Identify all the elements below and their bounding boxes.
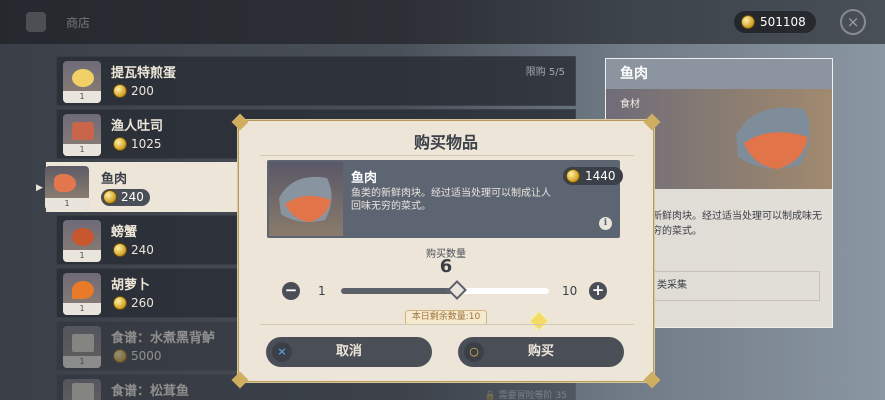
quantity-slider[interactable] xyxy=(341,280,549,300)
lock-requirement: 🔒 需要冒险等阶 35 xyxy=(484,391,567,400)
item-thumbnail: 1 xyxy=(63,273,101,315)
item-price: 260 xyxy=(111,295,160,312)
cancel-x-icon: × xyxy=(272,342,292,362)
item-name: 鱼肉 xyxy=(101,172,128,187)
item-name: 提瓦特煎蛋 xyxy=(111,66,177,81)
item-count: 1 xyxy=(63,250,101,262)
item-thumbnail: 1 xyxy=(63,326,101,368)
item-price: 240 xyxy=(111,242,160,259)
mora-coin-icon xyxy=(113,349,127,363)
item-price-value: 240 xyxy=(121,190,144,204)
dialog-title: 购买物品 xyxy=(413,133,478,152)
detail-category: 食材 xyxy=(620,99,640,110)
detail-description: 新鲜肉块。经过适当处理可以制成味无穷的菜式。 xyxy=(652,211,822,237)
confirm-circle-icon: ○ xyxy=(464,342,484,362)
item-price-value: 1025 xyxy=(131,137,162,151)
item-price: 240 xyxy=(101,189,150,206)
purchase-total-value: 1440 xyxy=(585,169,616,183)
fish-meat-image xyxy=(736,107,811,169)
fried-egg-icon xyxy=(72,69,94,87)
item-price: 1025 xyxy=(111,136,168,153)
purchase-button-label: 购买 xyxy=(527,344,554,359)
item-thumbnail: 1 xyxy=(63,220,101,262)
divider xyxy=(260,324,634,325)
mora-coin-icon xyxy=(113,296,127,310)
purchase-item-name: 鱼肉 xyxy=(351,171,378,186)
fish-meat-icon xyxy=(279,176,332,222)
remaining-today: 本日剩余数量:10 xyxy=(238,304,654,325)
quantity-max: 10 xyxy=(562,284,578,298)
item-price-value: 240 xyxy=(131,243,154,257)
crab-icon xyxy=(72,228,94,246)
item-count: 1 xyxy=(63,91,101,103)
currency-amount: 501108 xyxy=(760,15,806,29)
decrease-quantity-button[interactable]: − xyxy=(282,282,300,300)
item-thumbnail xyxy=(269,162,343,236)
item-price-value: 5000 xyxy=(131,349,162,363)
purchase-limit: 限购 5/5 xyxy=(525,67,565,78)
mora-coin-icon xyxy=(113,137,127,151)
item-price-value: 260 xyxy=(131,296,154,310)
item-name: 胡萝卜 xyxy=(111,278,151,293)
lock-requirement-text: 需要冒险等阶 35 xyxy=(498,391,567,400)
item-count: 1 xyxy=(63,356,101,368)
toast-icon xyxy=(72,122,94,140)
top-bar: 商店 501108 × xyxy=(0,0,885,44)
mora-coin-icon xyxy=(566,169,580,183)
item-thumbnail xyxy=(63,379,101,400)
purchase-item-card: 鱼肉 鱼类的新鲜肉块。经过适当处理可以制成让人回味无穷的菜式。 1440 i xyxy=(267,160,623,238)
detail-source: 类采集 xyxy=(652,271,820,301)
currency-display: 501108 xyxy=(734,11,816,33)
mora-coin-icon xyxy=(103,190,117,204)
item-count: 1 xyxy=(63,144,101,156)
quantity-value: 6 xyxy=(439,256,453,277)
item-count: 1 xyxy=(45,198,89,210)
detail-title: 鱼肉 xyxy=(606,59,832,89)
recipe-icon xyxy=(72,334,94,352)
recipe-icon xyxy=(72,383,94,400)
slider-fill xyxy=(341,288,458,294)
purchase-total-price: 1440 xyxy=(563,167,623,185)
shop-item-fried-egg[interactable]: 1 提瓦特煎蛋 200 限购 5/5 xyxy=(56,56,576,106)
item-count: 1 xyxy=(63,303,101,315)
fish-meat-icon xyxy=(54,174,76,192)
selection-arrow-icon: ▶ xyxy=(36,183,43,193)
mora-coin-icon xyxy=(741,15,755,29)
mora-coin-icon xyxy=(113,84,127,98)
close-button[interactable]: × xyxy=(840,9,866,35)
shop-title: 商店 xyxy=(66,16,91,30)
slider-handle[interactable] xyxy=(447,280,468,300)
item-price: 200 xyxy=(111,83,160,100)
divider xyxy=(260,155,634,156)
cancel-button-label: 取消 xyxy=(335,344,362,359)
item-thumbnail: 1 xyxy=(63,61,101,103)
carrot-icon xyxy=(72,281,94,299)
purchase-item-description: 鱼类的新鲜肉块。经过适当处理可以制成让人回味无穷的菜式。 xyxy=(351,188,551,212)
item-name: 食谱：水煮黑背鲈 xyxy=(111,331,216,346)
item-price-value: 200 xyxy=(131,84,154,98)
mora-coin-icon xyxy=(113,243,127,257)
remaining-badge: 本日剩余数量:10 xyxy=(404,310,488,325)
item-name: 螃蟹 xyxy=(111,225,138,240)
quantity-min: 1 xyxy=(318,284,326,298)
info-icon[interactable]: i xyxy=(599,217,612,230)
increase-quantity-button[interactable]: + xyxy=(589,282,607,300)
purchase-button[interactable]: ○ 购买 xyxy=(458,337,624,367)
purchase-dialog: 购买物品 鱼肉 鱼类的新鲜肉块。经过适当处理可以制成让人回味无穷的菜式。 144… xyxy=(231,113,661,389)
item-name: 食谱：松茸鱼 xyxy=(111,384,190,399)
cancel-button[interactable]: × 取消 xyxy=(266,337,432,367)
item-price: 5000 xyxy=(111,348,168,365)
item-name: 渔人吐司 xyxy=(111,119,164,134)
item-thumbnail: 1 xyxy=(63,114,101,156)
shop-icon xyxy=(26,12,46,32)
item-thumbnail: 1 xyxy=(45,166,89,210)
